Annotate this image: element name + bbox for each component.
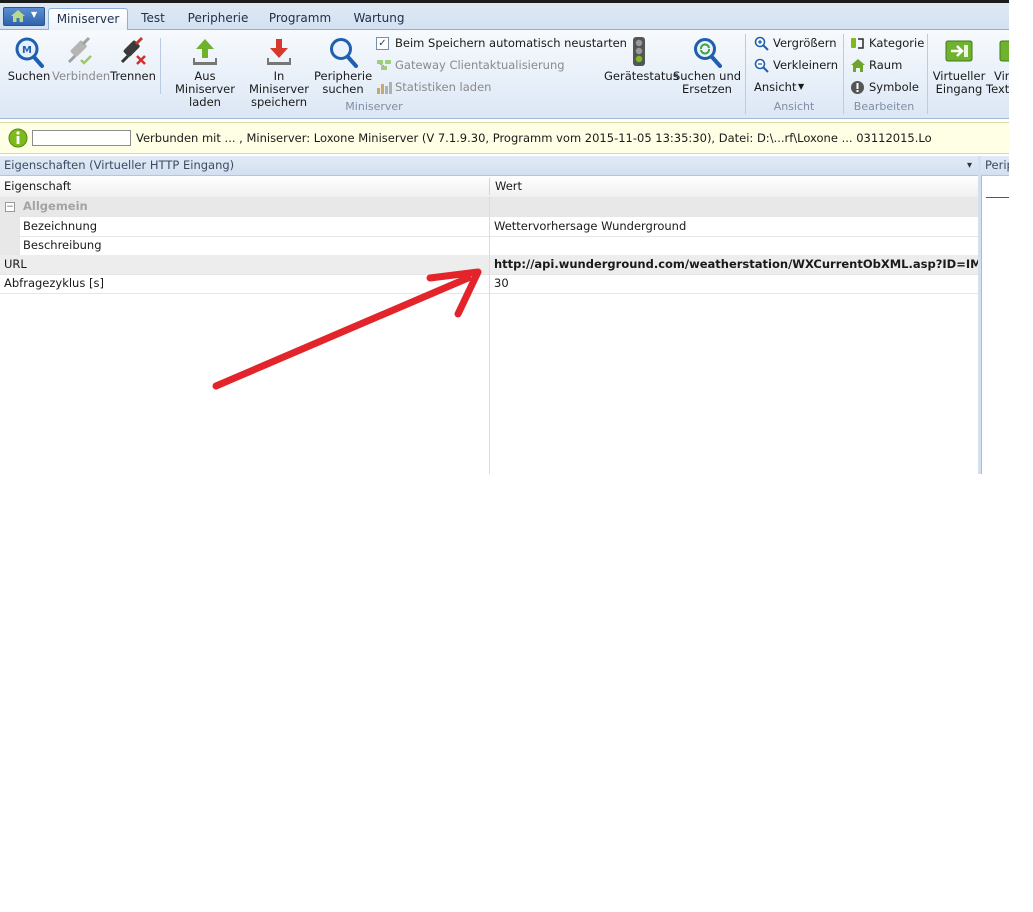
- pane-input-line: [986, 197, 1009, 198]
- peripherie-pane-title: Perip: [981, 156, 1009, 176]
- home-icon: [11, 10, 25, 22]
- group-separator: [927, 34, 928, 114]
- property-grid: Eigenschaft Wert − Allgemein Bezeichnung…: [0, 176, 1009, 474]
- kategorie-button[interactable]: Kategorie: [850, 36, 924, 50]
- url-value[interactable]: http://api.wunderground.com/weatherstati…: [494, 255, 1009, 274]
- plug-disconnect-icon: [120, 36, 146, 65]
- tab-test[interactable]: Test: [133, 8, 173, 28]
- suchen-und-ersetzen-button[interactable]: Suchen und Ersetzen: [672, 36, 742, 96]
- property-key: Beschreibung: [23, 238, 102, 252]
- column-header-wert[interactable]: Wert: [495, 176, 522, 197]
- traffic-light-icon: [633, 37, 645, 66]
- property-key: URL: [4, 257, 27, 271]
- vergroessern-button[interactable]: Vergrößern: [754, 36, 842, 51]
- virtueller-texteingang-button[interactable]: Vir Texte: [986, 36, 1009, 96]
- connection-status-bar: Verbunden mit ... , Miniserver: Loxone M…: [0, 122, 1009, 154]
- plug-connect-icon: [67, 36, 92, 65]
- geraetestatus-button[interactable]: Gerätestatus: [604, 36, 679, 83]
- connection-status-text: Verbunden mit ... , Miniserver: Loxone M…: [136, 131, 932, 145]
- zoom-in-icon: [754, 36, 769, 51]
- ribbon: M Suchen Verbinden Trennen Aus Miniserve…: [0, 30, 1009, 119]
- symbol-exclamation-icon: [851, 81, 864, 94]
- search-icon: [330, 38, 358, 68]
- property-value[interactable]: Wettervorhersage Wunderground: [494, 217, 686, 236]
- row-indent: [0, 236, 20, 255]
- symbole-button[interactable]: Symbole: [850, 80, 922, 94]
- property-value[interactable]: 30: [494, 274, 509, 293]
- tab-miniserver[interactable]: Miniserver: [48, 8, 128, 30]
- peripherie-suchen-button[interactable]: Peripherie suchen: [314, 36, 372, 96]
- verbinden-button[interactable]: Verbinden: [52, 36, 110, 83]
- group-separator: [745, 34, 746, 114]
- tab-programm[interactable]: Programm: [265, 8, 335, 28]
- raum-button[interactable]: Raum: [850, 58, 922, 72]
- virtual-text-input-icon: [999, 40, 1009, 62]
- category-icon: [851, 38, 864, 49]
- column-divider[interactable]: [489, 178, 490, 195]
- virtueller-eingang-button[interactable]: Virtueller Eingang: [932, 36, 986, 96]
- tab-wartung[interactable]: Wartung: [347, 8, 411, 28]
- pin-icon[interactable]: ▾: [967, 156, 972, 175]
- property-key: Bezeichnung: [23, 219, 98, 233]
- checkbox-checked-icon: ✓: [376, 37, 389, 50]
- info-icon: [8, 128, 28, 148]
- ribbon-separator: [160, 38, 161, 94]
- download-arrow-icon: [267, 39, 291, 65]
- status-input-field[interactable]: [32, 130, 131, 146]
- room-house-icon: [851, 59, 865, 72]
- row-indent: [0, 217, 20, 236]
- loxone-config-window: ▼ Miniserver Test Peripherie Programm Wa…: [0, 0, 1009, 474]
- group-label-ansicht: Ansicht: [773, 100, 815, 113]
- in-miniserver-speichern-button[interactable]: In Miniserver speichern: [244, 36, 314, 109]
- property-grid-header: Eigenschaft Wert: [0, 176, 978, 198]
- collapse-icon[interactable]: −: [5, 202, 15, 212]
- peripherie-pane: [981, 176, 1009, 474]
- property-key: Abfragezyklus [s]: [4, 276, 104, 290]
- suchen-button[interactable]: M Suchen: [6, 36, 52, 83]
- search-miniserver-icon: M: [15, 37, 44, 68]
- application-menu-button[interactable]: ▼: [3, 7, 45, 26]
- virtual-input-icon: [945, 40, 973, 62]
- ribbon-tab-strip: ▼ Miniserver Test Peripherie Programm Wa…: [0, 0, 1009, 30]
- upload-arrow-icon: [193, 39, 217, 65]
- chevron-down-icon: ▼: [31, 10, 38, 19]
- aus-miniserver-laden-button[interactable]: Aus Miniserver laden: [166, 36, 244, 109]
- gateway-icon: [377, 60, 391, 70]
- svg-text:M: M: [22, 45, 32, 56]
- zoom-out-icon: [754, 58, 769, 73]
- group-separator: [843, 34, 844, 114]
- auto-restart-checkbox[interactable]: ✓ Beim Speichern automatisch neustarten: [376, 36, 627, 50]
- ansicht-dropdown[interactable]: Ansicht ▼: [754, 80, 814, 94]
- group-label-bearbeiten: Bearbeiten: [853, 100, 915, 113]
- verkleinern-button[interactable]: Verkleinern: [754, 58, 842, 73]
- gateway-client-update-button[interactable]: Gateway Clientaktualisierung: [376, 58, 606, 72]
- value-column-line: [489, 197, 490, 474]
- tab-peripherie[interactable]: Peripherie: [183, 8, 253, 28]
- statistiken-laden-button[interactable]: Statistiken laden: [376, 80, 606, 94]
- chevron-down-icon: ▼: [798, 82, 805, 91]
- statistics-icon: [377, 82, 392, 94]
- search-replace-icon: [694, 38, 722, 68]
- properties-panel-title: Eigenschaften (Virtueller HTTP Eingang) …: [0, 156, 978, 176]
- trennen-button[interactable]: Trennen: [108, 36, 158, 83]
- column-header-eigenschaft[interactable]: Eigenschaft: [4, 176, 71, 197]
- group-label-miniserver: Miniserver: [345, 100, 403, 113]
